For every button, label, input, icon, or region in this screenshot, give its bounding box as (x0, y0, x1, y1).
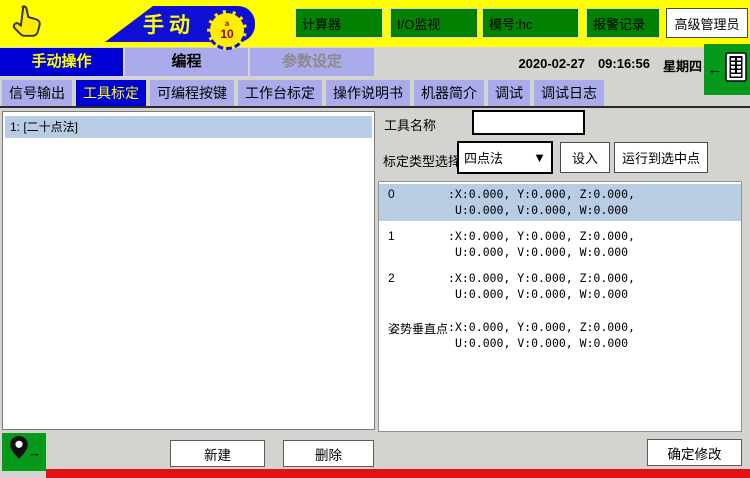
io-monitor-button[interactable]: I/O监视 (390, 8, 478, 38)
user-role-button[interactable]: 高级管理员 (666, 8, 748, 38)
tab-programmable-keys[interactable]: 可编程按键 (150, 80, 234, 106)
mode-label: 手动 (143, 9, 195, 39)
point-coordinates: :X:0.000, Y:0.000, Z:0.000, U:0.000, V:0… (448, 271, 635, 302)
point-row-1[interactable]: 1 :X:0.000, Y:0.000, Z:0.000, U:0.000, V… (379, 226, 741, 263)
set-button[interactable]: 设入 (560, 142, 610, 173)
point-label: 0 (388, 187, 448, 218)
calibration-type-select[interactable]: 四点法 ▼ (457, 141, 553, 174)
tab-manual-operation[interactable]: 手动操作 (0, 48, 123, 76)
calibration-type-label: 标定类型选择 (383, 151, 461, 170)
calculator-button[interactable]: 计算器 (295, 8, 383, 38)
datetime-display: 2020-02-27 09:16:56 星期四 (518, 56, 702, 75)
new-button[interactable]: 新建 (170, 440, 265, 467)
weekday-text: 星期四 (663, 56, 702, 75)
keypad-toggle-button[interactable]: ← (704, 44, 750, 95)
point-coordinates: :X:0.000, Y:0.000, Z:0.000, U:0.000, V:0… (448, 187, 635, 218)
tool-list-item[interactable]: 1: [二十点法] (5, 116, 372, 138)
tab-separator (0, 106, 750, 108)
back-arrow-icon: ← (708, 61, 723, 78)
point-row-0[interactable]: 0 :X:0.000, Y:0.000, Z:0.000, U:0.000, V… (379, 184, 741, 221)
tab-workbench-calibration[interactable]: 工作台标定 (238, 80, 322, 106)
tab-programming[interactable]: 编程 (125, 48, 248, 76)
teach-pendant-screen: 手动 a 10 计算器 I/O监视 模号:hc 报警记录 高级管理员 手动操作 … (0, 0, 750, 478)
speed-value: 10 (220, 28, 233, 40)
calibration-points-list: 0 :X:0.000, Y:0.000, Z:0.000, U:0.000, V… (378, 181, 742, 432)
tab-operation-manual[interactable]: 操作说明书 (326, 80, 410, 106)
point-label: 2 (388, 271, 448, 302)
time-text: 09:16:56 (598, 56, 650, 75)
point-row-2[interactable]: 2 :X:0.000, Y:0.000, Z:0.000, U:0.000, V… (379, 268, 741, 305)
tool-name-input[interactable] (472, 110, 585, 135)
keypad-icon (725, 52, 747, 87)
date-text: 2020-02-27 (518, 56, 585, 75)
point-row-vertical-posture[interactable]: 姿势垂直点 :X:0.000, Y:0.000, Z:0.000, U:0.00… (379, 317, 741, 354)
alarm-log-button[interactable]: 报警记录 (586, 8, 660, 38)
sub-tab-bar: 信号输出 工具标定 可编程按键 工作台标定 操作说明书 机器简介 调试 调试日志 (2, 80, 604, 106)
locate-arrow-icon: → (28, 445, 41, 460)
point-label: 姿势垂直点 (388, 320, 448, 351)
status-bar (46, 469, 750, 478)
chevron-down-icon: ▼ (533, 150, 546, 165)
tab-debug[interactable]: 调试 (488, 80, 530, 106)
delete-button[interactable]: 删除 (283, 440, 374, 467)
locate-button[interactable]: → (2, 433, 46, 471)
tool-list-panel: 1: [二十点法] (2, 111, 375, 430)
confirm-modify-button[interactable]: 确定修改 (647, 439, 742, 466)
run-to-point-button[interactable]: 运行到选中点 (614, 142, 708, 173)
tab-parameter-setting: 参数设定 (250, 48, 374, 76)
point-coordinates: :X:0.000, Y:0.000, Z:0.000, U:0.000, V:0… (448, 229, 635, 260)
point-label: 1 (388, 229, 448, 260)
hand-pointer-icon (8, 4, 42, 47)
model-number-button[interactable]: 模号:hc (482, 8, 579, 38)
tab-debug-log[interactable]: 调试日志 (534, 80, 604, 106)
tool-name-label: 工具名称 (384, 115, 436, 134)
tab-machine-intro[interactable]: 机器简介 (414, 80, 484, 106)
tab-signal-output[interactable]: 信号输出 (2, 80, 72, 106)
speed-gear-icon[interactable]: a 10 (207, 10, 247, 50)
tab-tool-calibration[interactable]: 工具标定 (76, 80, 146, 106)
calibration-type-value: 四点法 (464, 148, 503, 167)
point-coordinates: :X:0.000, Y:0.000, Z:0.000, U:0.000, V:0… (448, 320, 635, 351)
title-bar: 手动 a 10 计算器 I/O监视 模号:hc 报警记录 高级管理员 (0, 0, 750, 47)
